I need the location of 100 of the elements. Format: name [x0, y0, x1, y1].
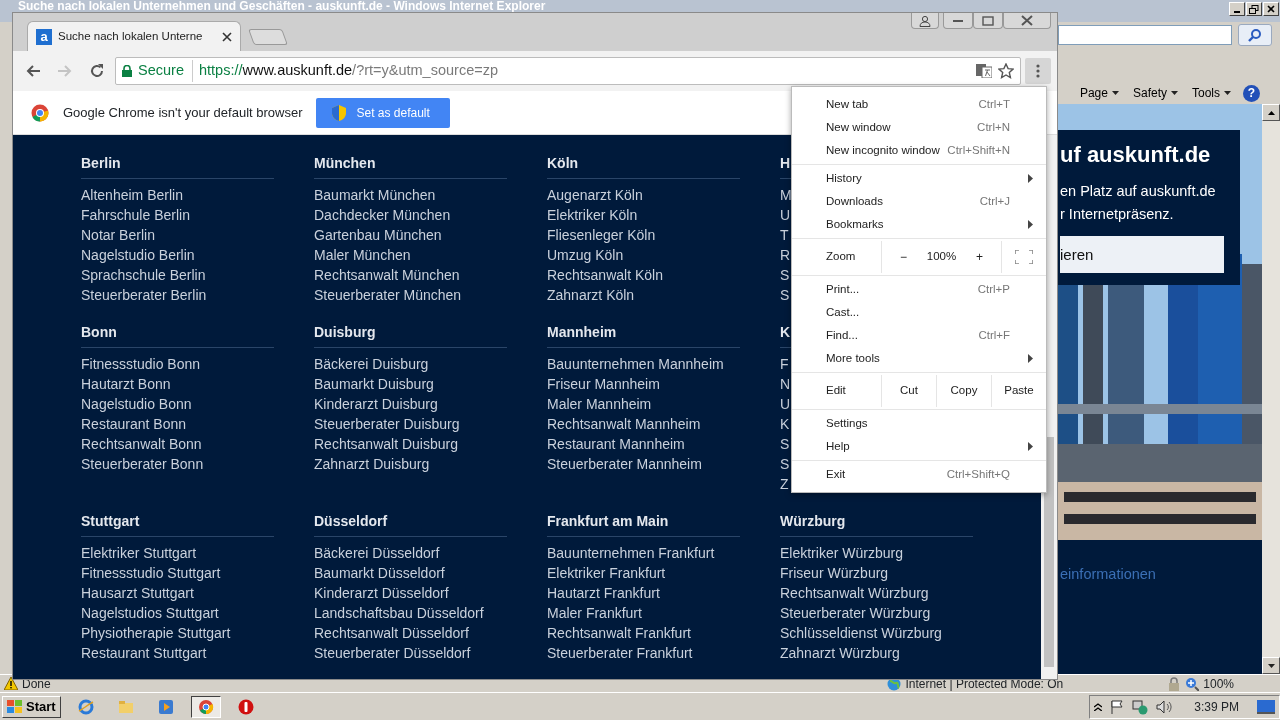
taskbar-app[interactable]: [190, 695, 221, 718]
register-button[interactable]: ieren: [1060, 236, 1224, 274]
city-link[interactable]: Altenheim Berlin: [81, 185, 274, 205]
city-link[interactable]: Bauunternehmen Frankfurt: [547, 543, 740, 563]
menu-item[interactable]: Settings: [792, 412, 1046, 435]
city-link[interactable]: Fitnessstudio Stuttgart: [81, 563, 274, 583]
city-link[interactable]: Kinderarzt Duisburg: [314, 394, 507, 414]
restore-button[interactable]: [1246, 2, 1262, 16]
city-link[interactable]: Notar Berlin: [81, 225, 274, 245]
city-link[interactable]: Maler Frankfurt: [547, 603, 740, 623]
city-link[interactable]: Friseur Mannheim: [547, 374, 740, 394]
city-link[interactable]: Nagelstudios Stuttgart: [81, 603, 274, 623]
menu-item[interactable]: Bookmarks: [792, 213, 1046, 236]
city-link[interactable]: Friseur Würzburg: [780, 563, 973, 583]
menu-item[interactable]: Find... Ctrl+F: [792, 324, 1046, 347]
city-link[interactable]: Rechtsanwalt Frankfurt: [547, 623, 740, 643]
city-link[interactable]: Fitnessstudio Bonn: [81, 354, 274, 374]
city-link[interactable]: Steuerberater Frankfurt: [547, 643, 740, 663]
zoom-out-button[interactable]: −: [896, 248, 911, 266]
city-link[interactable]: Kinderarzt Düsseldorf: [314, 583, 507, 603]
maximize-button[interactable]: [973, 13, 1003, 29]
edit-action-button[interactable]: Paste: [992, 375, 1046, 407]
city-link[interactable]: Steuerberater Würzburg: [780, 603, 973, 623]
start-button[interactable]: Start: [2, 695, 61, 718]
city-link[interactable]: Steuerberater Düsseldorf: [314, 643, 507, 663]
city-link[interactable]: Dachdecker München: [314, 205, 507, 225]
city-link[interactable]: Elektriker Köln: [547, 205, 740, 225]
city-link[interactable]: Restaurant Bonn: [81, 414, 274, 434]
command-menu[interactable]: Page: [1077, 84, 1121, 102]
menu-item[interactable]: New tab Ctrl+T: [792, 93, 1046, 116]
city-link[interactable]: Hautarzt Bonn: [81, 374, 274, 394]
chevron-up-icon[interactable]: [1094, 702, 1103, 711]
city-link[interactable]: Elektriker Würzburg: [780, 543, 973, 563]
city-link[interactable]: Baumarkt Duisburg: [314, 374, 507, 394]
browser-tab[interactable]: a Suche nach lokalen Unterne: [27, 21, 241, 51]
zoom-level[interactable]: 100%: [1203, 674, 1234, 693]
city-link[interactable]: Landschaftsbau Düsseldorf: [314, 603, 507, 623]
city-link[interactable]: Augenarzt Köln: [547, 185, 740, 205]
menu-item[interactable]: Downloads Ctrl+J: [792, 190, 1046, 213]
city-link[interactable]: Fahrschule Berlin: [81, 205, 274, 225]
city-link[interactable]: Bauunternehmen Mannheim: [547, 354, 740, 374]
city-link[interactable]: Rechtsanwalt Duisburg: [314, 434, 507, 454]
city-link[interactable]: Umzug Köln: [547, 245, 740, 265]
set-default-button[interactable]: Set as default: [316, 97, 451, 128]
city-link[interactable]: Fliesenleger Köln: [547, 225, 740, 245]
city-link[interactable]: Steuerberater Berlin: [81, 285, 274, 305]
city-link[interactable]: Steuerberater München: [314, 285, 507, 305]
city-link[interactable]: Nagelstudio Berlin: [81, 245, 274, 265]
city-link[interactable]: Elektriker Stuttgart: [81, 543, 274, 563]
edit-action-button[interactable]: Copy: [937, 375, 992, 407]
city-link[interactable]: Hausarzt Stuttgart: [81, 583, 274, 603]
command-menu[interactable]: Tools: [1190, 84, 1233, 102]
menu-item[interactable]: Cast...: [792, 301, 1046, 324]
star-icon[interactable]: [998, 63, 1014, 79]
city-link[interactable]: Nagelstudio Bonn: [81, 394, 274, 414]
city-link[interactable]: Hautarzt Frankfurt: [547, 583, 740, 603]
city-link[interactable]: Steuerberater Duisburg: [314, 414, 507, 434]
menu-item[interactable]: Exit Ctrl+Shift+Q: [792, 463, 1046, 486]
city-link[interactable]: Zahnarzt Köln: [547, 285, 740, 305]
address-bar[interactable]: Secure https://www.auskunft.de/?rt=y&utm_source=zp: [115, 57, 1021, 85]
scrollbar[interactable]: [1262, 104, 1280, 674]
city-link[interactable]: Rechtsanwalt Köln: [547, 265, 740, 285]
city-link[interactable]: Steuerberater Bonn: [81, 454, 274, 474]
city-link[interactable]: Steuerberater Mannheim: [547, 454, 740, 474]
city-link[interactable]: Maler Mannheim: [547, 394, 740, 414]
city-link[interactable]: Schlüsseldienst Würzburg: [780, 623, 973, 643]
menu-item[interactable]: New window Ctrl+N: [792, 116, 1046, 139]
city-link[interactable]: Maler München: [314, 245, 507, 265]
city-link[interactable]: Rechtsanwalt München: [314, 265, 507, 285]
profile-button[interactable]: [911, 13, 939, 29]
menu-item[interactable]: Help: [792, 435, 1046, 458]
city-link[interactable]: Rechtsanwalt Mannheim: [547, 414, 740, 434]
translate-icon[interactable]: [976, 64, 992, 78]
city-link[interactable]: Rechtsanwalt Würzburg: [780, 583, 973, 603]
menu-item[interactable]: More tools: [792, 347, 1046, 370]
desktop-icon[interactable]: [1257, 699, 1275, 714]
city-link[interactable]: Physiotherapie Stuttgart: [81, 623, 274, 643]
city-link[interactable]: Baumarkt Düsseldorf: [314, 563, 507, 583]
menu-item[interactable]: Print... Ctrl+P: [792, 278, 1046, 301]
city-link[interactable]: Bäckerei Duisburg: [314, 354, 507, 374]
city-link[interactable]: Elektriker Frankfurt: [547, 563, 740, 583]
city-link[interactable]: Bäckerei Düsseldorf: [314, 543, 507, 563]
network-icon[interactable]: [1132, 698, 1149, 715]
city-link[interactable]: Zahnarzt Duisburg: [314, 454, 507, 474]
city-link[interactable]: Baumarkt München: [314, 185, 507, 205]
city-link[interactable]: Sprachschule Berlin: [81, 265, 274, 285]
city-link[interactable]: Rechtsanwalt Bonn: [81, 434, 274, 454]
command-menu[interactable]: Safety: [1130, 84, 1180, 102]
city-link[interactable]: Zahnarzt Würzburg: [780, 643, 973, 663]
help-icon[interactable]: ?: [1243, 84, 1260, 102]
zoom-in-button[interactable]: +: [971, 248, 987, 266]
city-link[interactable]: Restaurant Stuttgart: [81, 643, 274, 663]
speaker-icon[interactable]: [1156, 699, 1173, 714]
city-link[interactable]: Rechtsanwalt Düsseldorf: [314, 623, 507, 643]
city-link[interactable]: Gartenbau München: [314, 225, 507, 245]
search-field[interactable]: [1058, 25, 1232, 45]
city-link[interactable]: Restaurant Mannheim: [547, 434, 740, 454]
edit-action-button[interactable]: Cut: [882, 375, 937, 407]
search-button[interactable]: [1238, 24, 1272, 46]
close-icon[interactable]: [222, 31, 232, 42]
